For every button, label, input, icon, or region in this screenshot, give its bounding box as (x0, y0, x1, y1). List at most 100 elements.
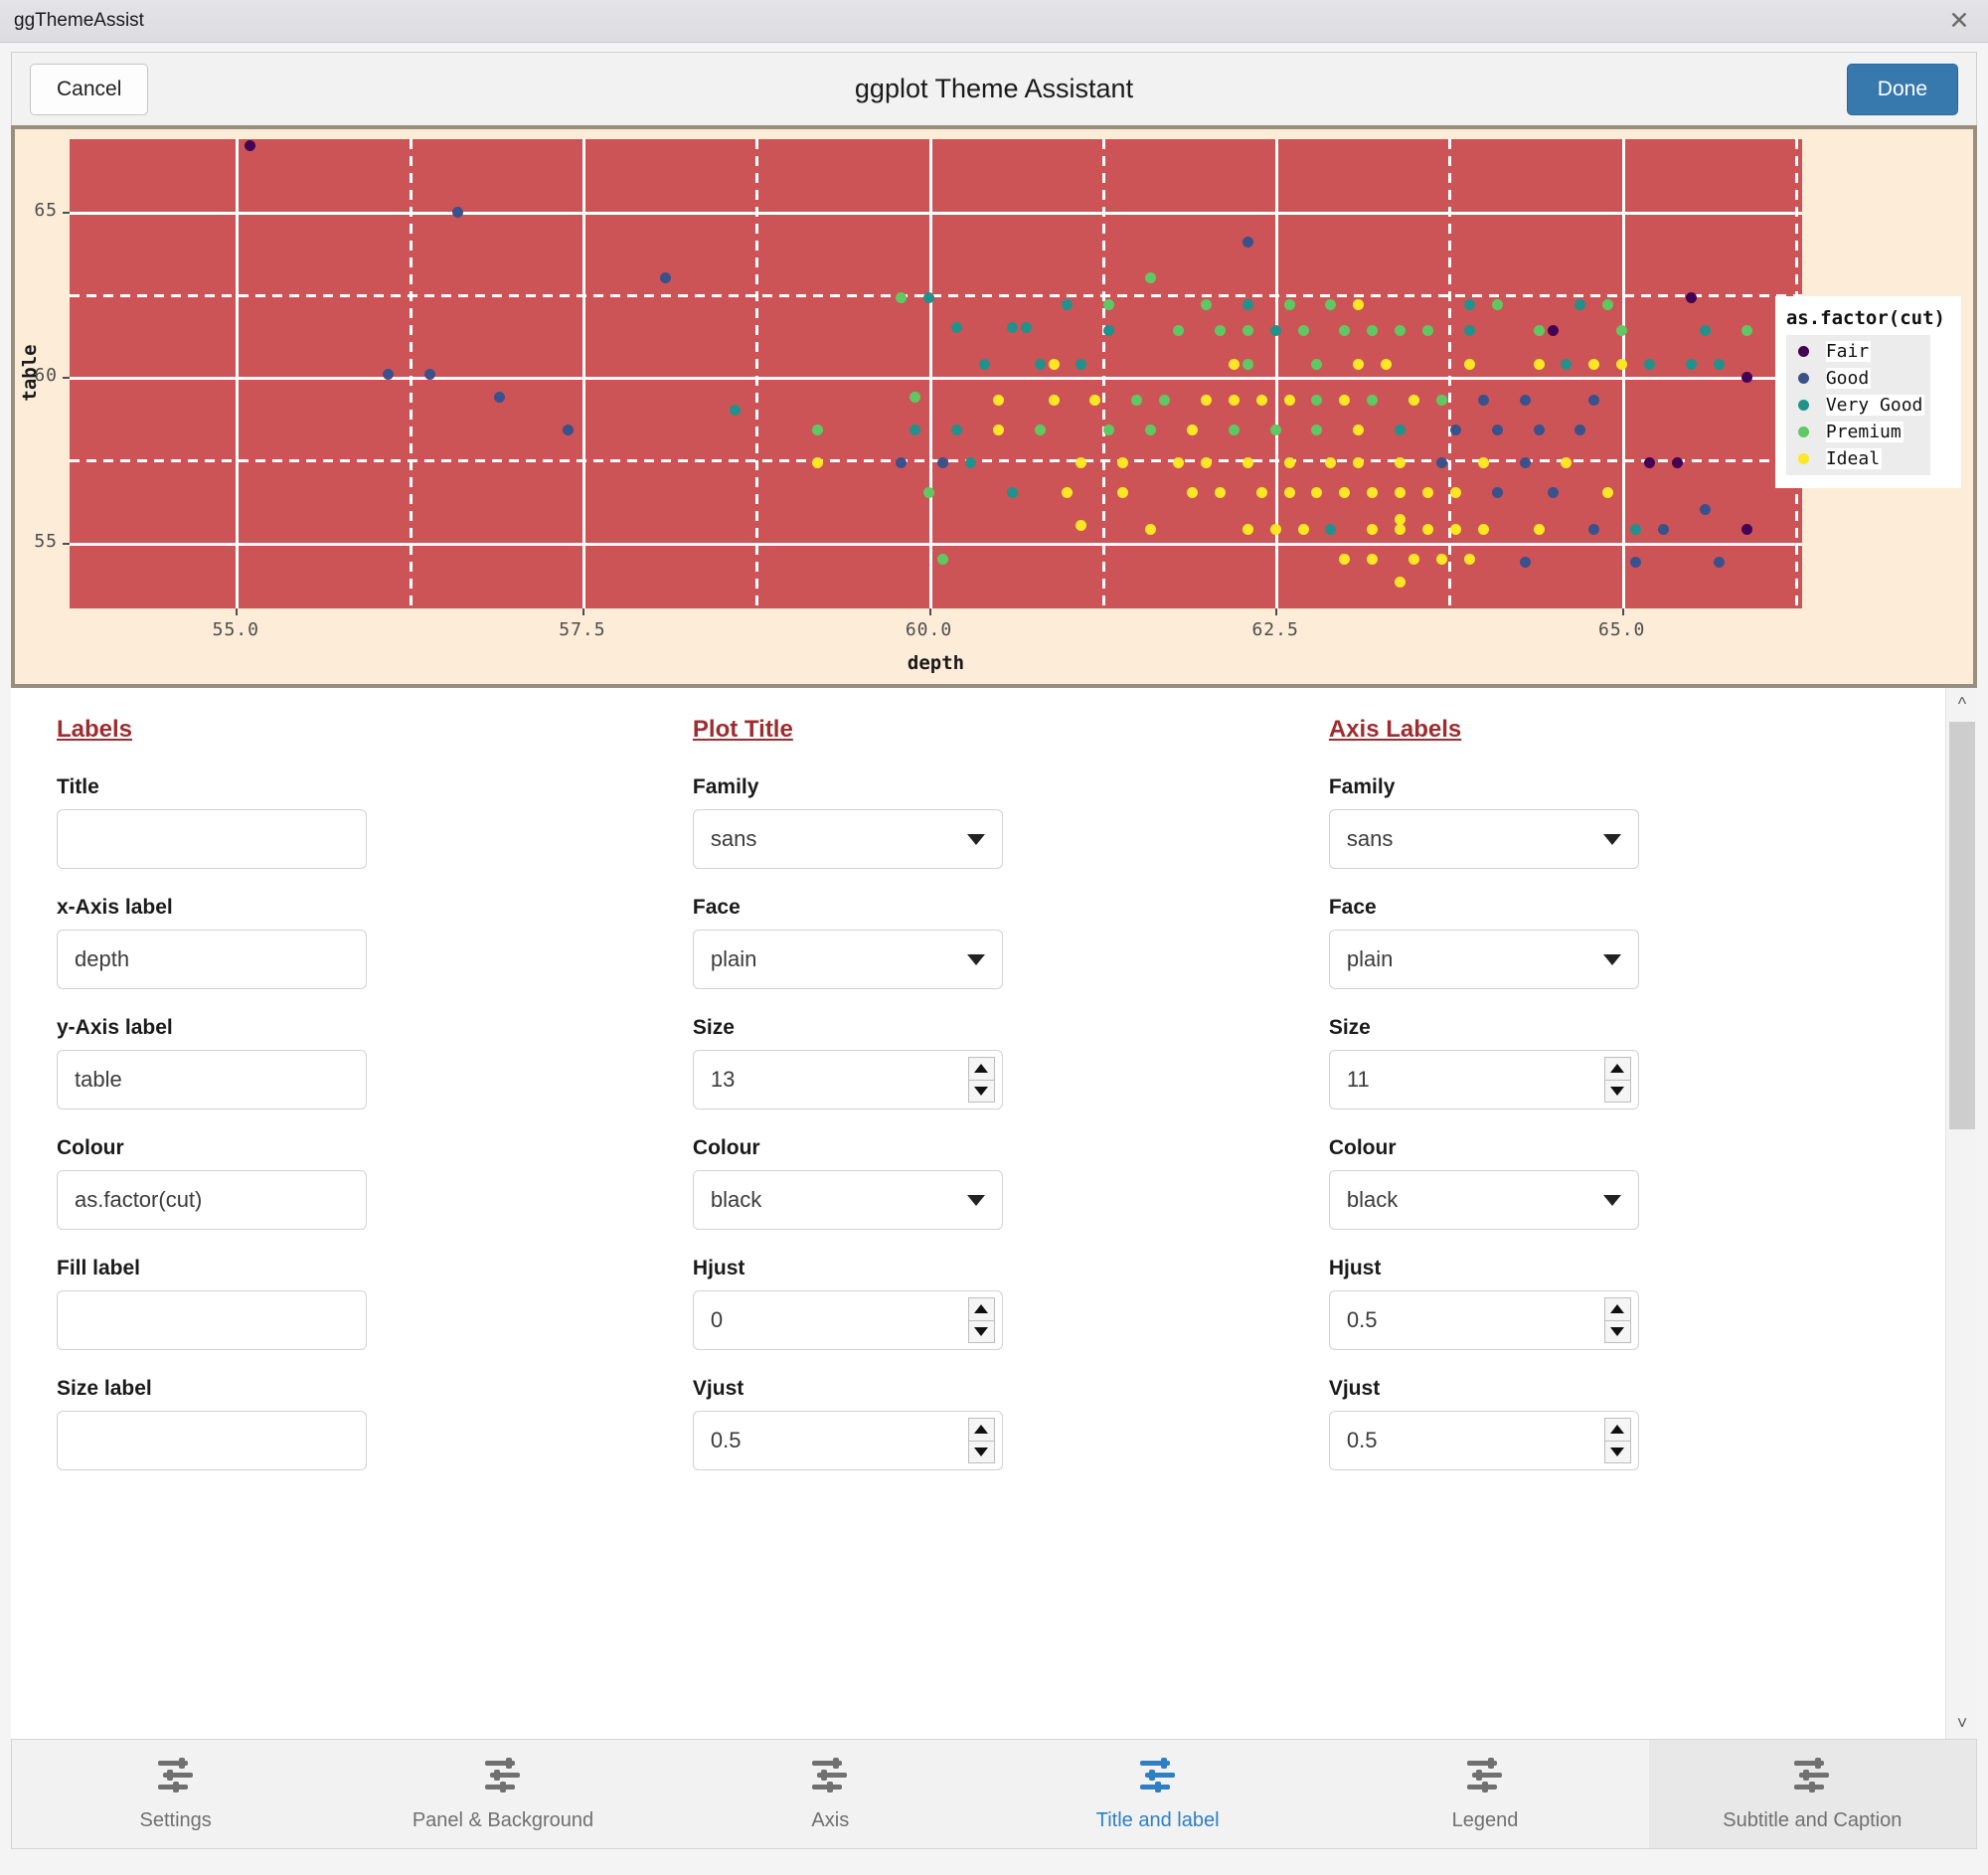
data-point (563, 425, 575, 435)
form-field: Size 11 (1328, 1016, 1880, 1109)
vjust-stepper[interactable]: 0.5 (692, 1411, 1003, 1470)
tab-settings[interactable]: Settings (12, 1740, 339, 1848)
form-field: Hjust 0 (692, 1257, 1243, 1350)
stepper-buttons[interactable] (967, 1418, 995, 1463)
stepper-down-icon[interactable] (969, 1442, 994, 1463)
stepper-buttons[interactable] (1603, 1057, 1631, 1103)
tab-title-and-label[interactable]: Title and label (994, 1740, 1321, 1848)
data-point (1395, 576, 1407, 588)
family-select[interactable]: sans (1328, 809, 1639, 869)
stepper-down-icon[interactable] (1605, 1321, 1630, 1343)
data-point (1422, 325, 1433, 337)
tab-subtitle-and-caption[interactable]: Subtitle and Caption (1648, 1740, 1976, 1848)
stepper-down-icon[interactable] (969, 1321, 994, 1343)
legend-item: Ideal (1786, 445, 1931, 472)
done-button[interactable]: Done (1846, 63, 1958, 115)
stepper-up-icon[interactable] (1604, 1058, 1630, 1081)
legend-label: Very Good (1825, 395, 1925, 416)
stepper-buttons[interactable] (967, 1057, 995, 1103)
major-gridline-v (928, 139, 932, 608)
size-stepper[interactable]: 13 (692, 1050, 1003, 1109)
data-point (1561, 457, 1573, 469)
form-field: Hjust 0.5 (1328, 1257, 1880, 1350)
stepper-up-icon[interactable] (968, 1058, 994, 1081)
data-point (1533, 325, 1545, 337)
colour-input[interactable] (57, 1170, 367, 1230)
field-label: Size (1328, 1016, 1371, 1039)
face-select[interactable]: plain (692, 930, 1003, 989)
data-point (451, 206, 463, 218)
major-gridline-h (70, 377, 1802, 381)
face-select[interactable]: plain (1328, 930, 1639, 989)
x-tick (1621, 608, 1624, 615)
legend-key-icon (1792, 373, 1816, 384)
family-select[interactable]: sans (692, 809, 1003, 869)
chevron-down-icon (1602, 833, 1621, 845)
data-point (1395, 325, 1407, 337)
tab-legend[interactable]: Legend (1321, 1740, 1648, 1848)
minor-gridline-v (1101, 139, 1105, 608)
stepper-down-icon[interactable] (1605, 1442, 1630, 1463)
colour-select[interactable]: black (1328, 1170, 1639, 1230)
stepper-buttons[interactable] (967, 1297, 995, 1343)
tab-axis[interactable]: Axis (667, 1740, 994, 1848)
settings-form: Labels Title x-Axis label y-Axis label Colou… (11, 688, 1977, 1739)
data-point (1228, 358, 1240, 370)
data-point (1353, 358, 1365, 370)
colour-select[interactable]: black (692, 1170, 1003, 1230)
vjust-stepper[interactable]: 0.5 (1328, 1411, 1639, 1470)
stepper-down-icon[interactable] (969, 1081, 994, 1103)
dialog-header: Cancel ggplot Theme Assistant Done (11, 52, 1977, 125)
data-point (1449, 425, 1461, 435)
data-point (1006, 487, 1018, 499)
sliders-icon (1791, 1757, 1833, 1801)
form-field: Face plain (692, 896, 1243, 989)
y-axis-label-input[interactable] (57, 1050, 367, 1109)
stepper-buttons[interactable] (1603, 1297, 1631, 1343)
scrollbar-thumb[interactable] (1949, 722, 1975, 1129)
size-label-input[interactable] (57, 1411, 367, 1470)
data-point (1076, 457, 1087, 469)
plot-preview: 55.0 57.5 60.0 62.5 65.0 65 60 55 depth table as.… (11, 125, 1977, 688)
tab-panel-background[interactable]: Panel & Background (339, 1740, 666, 1848)
data-point (1630, 556, 1642, 568)
stepper-up-icon[interactable] (1604, 1419, 1630, 1442)
hjust-stepper[interactable]: 0 (692, 1290, 1003, 1350)
data-point (1547, 325, 1559, 337)
data-point (1186, 487, 1198, 499)
data-point (896, 292, 908, 304)
data-point (1173, 457, 1185, 469)
stepper-buttons[interactable] (1603, 1418, 1631, 1463)
data-point (1685, 292, 1697, 304)
field-label: Face (1328, 896, 1377, 919)
data-point (1477, 523, 1489, 535)
hjust-stepper[interactable]: 0.5 (1328, 1290, 1639, 1350)
data-point (992, 395, 1004, 407)
x-tick (928, 608, 931, 615)
tab-label: Axis (811, 1808, 850, 1831)
tab-label: Settings (139, 1808, 212, 1831)
scroll-down-icon[interactable]: ˅ (1946, 1707, 1977, 1739)
form-field: Vjust 0.5 (692, 1377, 1243, 1470)
stepper-up-icon[interactable] (1604, 1298, 1630, 1321)
stepper-up-icon[interactable] (968, 1298, 994, 1321)
stepper-down-icon[interactable] (1605, 1081, 1630, 1103)
data-point (1644, 358, 1656, 370)
legend-item: Good (1786, 365, 1931, 392)
cancel-button[interactable]: Cancel (30, 63, 149, 115)
minor-gridline-v (409, 139, 413, 608)
title-input[interactable] (57, 809, 367, 869)
x-axis-label-input[interactable] (57, 930, 367, 989)
column-heading: Plot Title (692, 716, 793, 743)
close-icon[interactable]: ✕ (1944, 6, 1974, 36)
data-point (1477, 457, 1489, 469)
fill-label-input[interactable] (57, 1290, 367, 1350)
form-scrollbar[interactable]: ^ ˅ (1945, 688, 1977, 1739)
stepper-up-icon[interactable] (968, 1419, 994, 1442)
legend-item: Premium (1786, 419, 1931, 445)
data-point (1186, 425, 1198, 435)
size-stepper[interactable]: 11 (1328, 1050, 1639, 1109)
data-point (1117, 457, 1129, 469)
data-point (1740, 325, 1752, 337)
scroll-up-icon[interactable]: ^ (1946, 688, 1977, 720)
